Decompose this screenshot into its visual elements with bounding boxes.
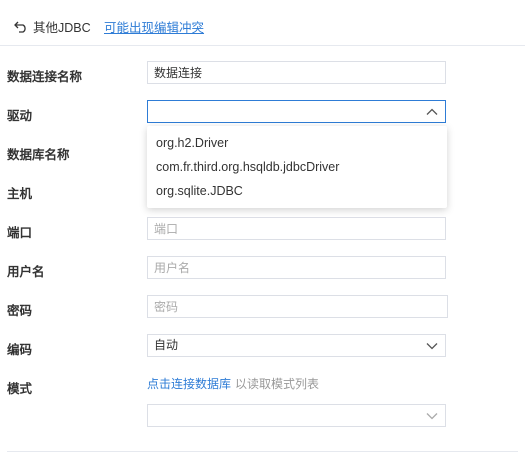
encoding-label: 编码 bbox=[7, 343, 33, 357]
schema-label: 模式 bbox=[7, 382, 33, 396]
driver-option[interactable]: org.sqlite.JDBC bbox=[147, 179, 447, 203]
schema-hint: 点击连接数据库 以读取模式列表 bbox=[147, 375, 319, 392]
port-input[interactable] bbox=[147, 217, 446, 240]
connection-name-label: 数据连接名称 bbox=[7, 70, 83, 84]
chevron-up-icon bbox=[426, 108, 438, 115]
back-button[interactable]: 其他JDBC bbox=[14, 17, 91, 36]
back-label: 其他JDBC bbox=[33, 21, 91, 35]
chevron-down-icon bbox=[426, 413, 438, 420]
port-label: 端口 bbox=[7, 226, 33, 240]
driver-option[interactable]: org.h2.Driver bbox=[147, 131, 447, 155]
page-header: 其他JDBC 可能出现编辑冲突 bbox=[0, 0, 525, 46]
driver-dropdown: org.h2.Driver com.fr.third.org.hsqldb.jd… bbox=[147, 126, 447, 208]
password-label: 密码 bbox=[7, 304, 33, 318]
username-input[interactable] bbox=[147, 256, 446, 279]
connection-name-input[interactable] bbox=[147, 61, 446, 84]
password-input[interactable] bbox=[147, 295, 448, 318]
encoding-value: 自动 bbox=[154, 338, 179, 352]
schema-select[interactable] bbox=[147, 404, 446, 427]
encoding-select[interactable]: 自动 bbox=[147, 334, 446, 357]
host-label: 主机 bbox=[7, 187, 33, 201]
driver-select[interactable] bbox=[147, 100, 446, 123]
schema-hint-text: 以读取模式列表 bbox=[235, 377, 320, 391]
connect-database-link[interactable]: 点击连接数据库 bbox=[147, 377, 231, 391]
driver-label: 驱动 bbox=[7, 109, 33, 123]
driver-option[interactable]: com.fr.third.org.hsqldb.jdbcDriver bbox=[147, 155, 447, 179]
database-name-label: 数据库名称 bbox=[7, 148, 70, 162]
chevron-down-icon bbox=[426, 343, 438, 350]
bottom-divider bbox=[7, 451, 518, 452]
back-arrow-icon bbox=[14, 21, 26, 33]
username-label: 用户名 bbox=[7, 265, 45, 279]
edit-conflict-link[interactable]: 可能出现编辑冲突 bbox=[104, 17, 204, 36]
